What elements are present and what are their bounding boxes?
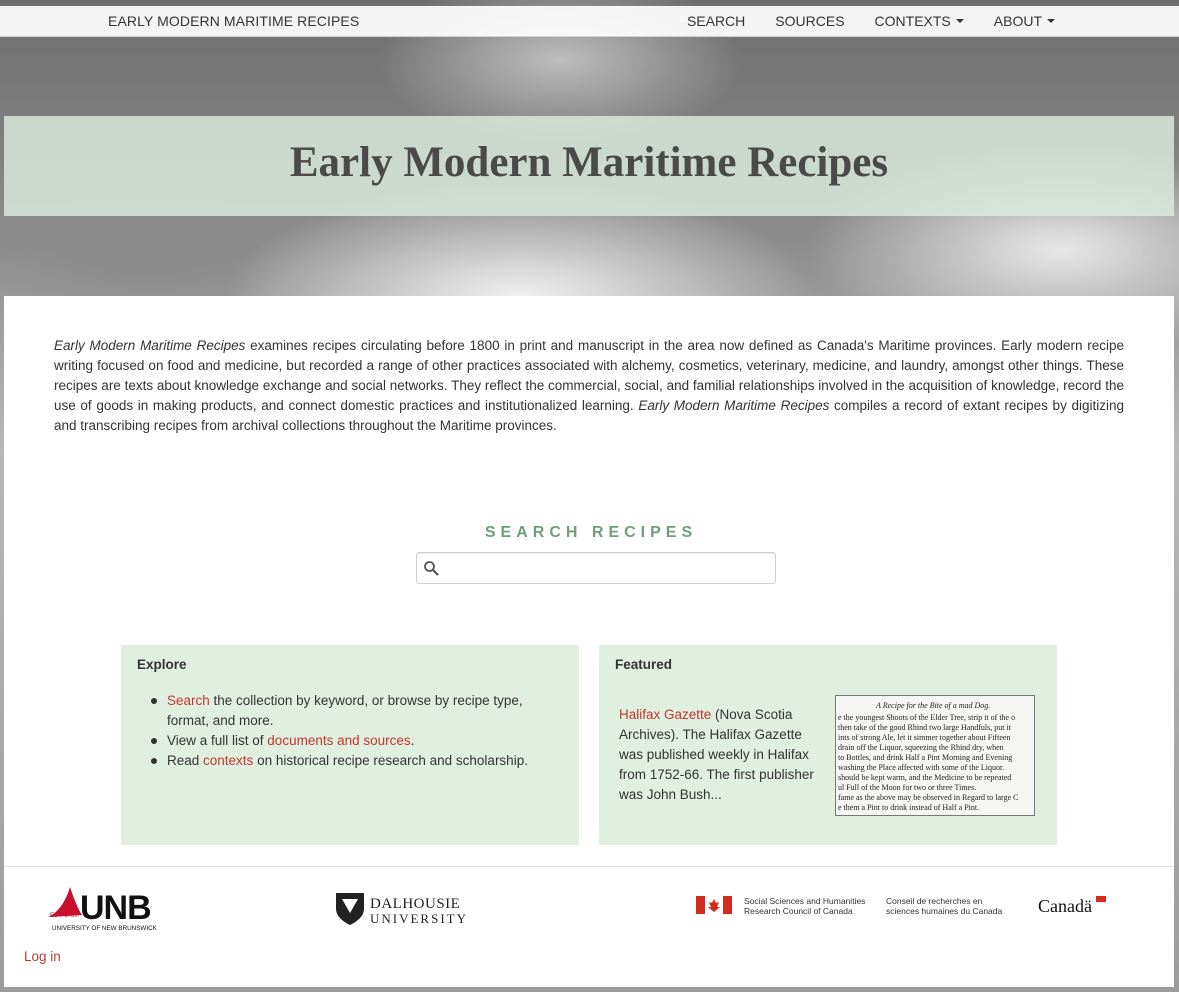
sshrc-logo-graphic: Social Sciences and Humanities Research … bbox=[696, 896, 1106, 916]
image-line: to Bottles, and drink Half a Pint Mornin… bbox=[838, 753, 1012, 762]
image-line: then take of the good Rhind two large Ha… bbox=[838, 723, 1012, 732]
login-link[interactable]: Log in bbox=[24, 949, 61, 964]
nav-contexts-label: CONTEXTS bbox=[874, 13, 951, 29]
search-input[interactable] bbox=[443, 555, 771, 581]
search-icon bbox=[424, 561, 439, 576]
image-line: A Recipe for the Bite of a mad Dog. bbox=[875, 701, 990, 710]
intro-paragraph: Early Modern Maritime Recipes examines r… bbox=[54, 336, 1124, 436]
explore-item3-pre: Read bbox=[167, 753, 204, 768]
featured-description: Halifax Gazette (Nova Scotia Archives). … bbox=[619, 705, 824, 805]
nav-about-dropdown[interactable]: ABOUT bbox=[994, 13, 1055, 29]
sshrc-logo[interactable]: Social Sciences and Humanities Research … bbox=[696, 893, 1108, 919]
unb-subtitle: UNIVERSITY OF NEW BRUNSWICK bbox=[52, 925, 158, 932]
site-brand-link[interactable]: EARLY MODERN MARITIME RECIPES bbox=[108, 13, 359, 29]
page-title: Early Modern Maritime Recipes bbox=[289, 139, 889, 186]
documents-sources-link[interactable]: documents and sources bbox=[267, 733, 410, 748]
sshrc-english-line2: Research Council of Canada bbox=[744, 906, 853, 916]
dalhousie-logo-graphic: DALHOUSIE UNIVERSITY bbox=[336, 893, 468, 926]
footer: EST. 1785 UNB UNIVERSITY OF NEW BRUNSWIC… bbox=[4, 866, 1174, 987]
explore-item2-pre: View a full list of bbox=[167, 733, 268, 748]
image-line: drain off the Liquor, squeezing the Rhin… bbox=[838, 743, 1004, 752]
intro-title-italic: Early Modern Maritime Recipes bbox=[54, 338, 246, 353]
search-and-panels-section: SEARCH RECIPES Explore Search the collec… bbox=[4, 518, 1174, 866]
intro-section: Early Modern Maritime Recipes examines r… bbox=[4, 296, 1174, 518]
document-scan-image: A Recipe for the Bite of a mad Dog. e th… bbox=[836, 696, 1034, 815]
search-recipes-heading: SEARCH RECIPES bbox=[484, 524, 698, 541]
caret-down-icon bbox=[1047, 19, 1055, 23]
explore-item1-text: the collection by keyword, or browse by … bbox=[167, 693, 523, 728]
canada-wordmark: Canadä bbox=[1038, 896, 1092, 916]
nav-about-label: ABOUT bbox=[993, 13, 1042, 29]
image-line: ul Full of the Moon for two or three Tim… bbox=[838, 783, 976, 792]
dal-name: DALHOUSIE bbox=[370, 896, 460, 912]
image-line: should be kept warm, and the Medicine to… bbox=[838, 773, 1011, 782]
dalhousie-logo[interactable]: DALHOUSIE UNIVERSITY bbox=[334, 891, 494, 927]
sshrc-french-line1: Conseil de recherches en bbox=[886, 896, 983, 906]
image-line: ints of strong Ale, let it simmer togeth… bbox=[838, 733, 1010, 742]
explore-item3-post: on historical recipe research and schola… bbox=[253, 753, 528, 768]
explore-list: Search the collection by keyword, or bro… bbox=[151, 691, 547, 771]
nav-contexts-dropdown[interactable]: CONTEXTS bbox=[875, 13, 964, 29]
caret-down-icon bbox=[955, 19, 964, 23]
featured-document-image[interactable]: A Recipe for the Bite of a mad Dog. e th… bbox=[835, 695, 1035, 816]
unb-logo-graphic: EST. 1785 UNB UNIVERSITY OF NEW BRUNSWIC… bbox=[48, 887, 158, 932]
featured-heading: Featured bbox=[615, 657, 673, 672]
sshrc-english-line1: Social Sciences and Humanities bbox=[744, 896, 865, 906]
contexts-link[interactable]: contexts bbox=[203, 753, 253, 768]
list-item: Search the collection by keyword, or bro… bbox=[151, 691, 547, 731]
dal-university: UNIVERSITY bbox=[370, 911, 468, 926]
image-line: washing the Place affected with some of … bbox=[838, 763, 1004, 772]
featured-panel: Featured Halifax Gazette (Nova Scotia Ar… bbox=[599, 645, 1057, 845]
explore-search-link[interactable]: Search bbox=[167, 693, 210, 708]
nav-links: SEARCH SOURCES CONTEXTS ABOUT bbox=[657, 13, 1055, 29]
explore-item2-post: . bbox=[410, 733, 415, 748]
image-line: e them a Pint to drink instead of Half a… bbox=[838, 803, 979, 812]
unb-wordmark: UNB bbox=[80, 889, 151, 927]
image-line: e the youngest Shoots of the Elder Tree,… bbox=[838, 713, 1015, 722]
explore-heading: Explore bbox=[137, 657, 187, 672]
nav-search-label: SEARCH bbox=[686, 13, 746, 29]
nav-search[interactable]: SEARCH bbox=[687, 13, 745, 29]
top-navbar: EARLY MODERN MARITIME RECIPES SEARCH SOU… bbox=[0, 6, 1179, 37]
halifax-gazette-link[interactable]: Halifax Gazette bbox=[619, 707, 711, 722]
nav-sources-label: SOURCES bbox=[775, 13, 845, 29]
unb-logo[interactable]: EST. 1785 UNB UNIVERSITY OF NEW BRUNSWIC… bbox=[44, 885, 164, 933]
image-line: fame as the above may be observed in Reg… bbox=[838, 793, 1018, 802]
hero-banner: Early Modern Maritime Recipes bbox=[4, 116, 1174, 216]
list-item: View a full list of documents and source… bbox=[151, 731, 547, 751]
unb-est-text: EST. 1785 bbox=[50, 913, 78, 919]
search-box bbox=[416, 552, 776, 584]
intro-title-italic-2: Early Modern Maritime Recipes bbox=[638, 398, 830, 413]
nav-sources[interactable]: SOURCES bbox=[775, 13, 844, 29]
explore-panel: Explore Search the collection by keyword… bbox=[121, 645, 579, 845]
list-item: Read contexts on historical recipe resea… bbox=[151, 751, 547, 771]
sshrc-french-line2: sciences humaines du Canada bbox=[886, 906, 1003, 916]
